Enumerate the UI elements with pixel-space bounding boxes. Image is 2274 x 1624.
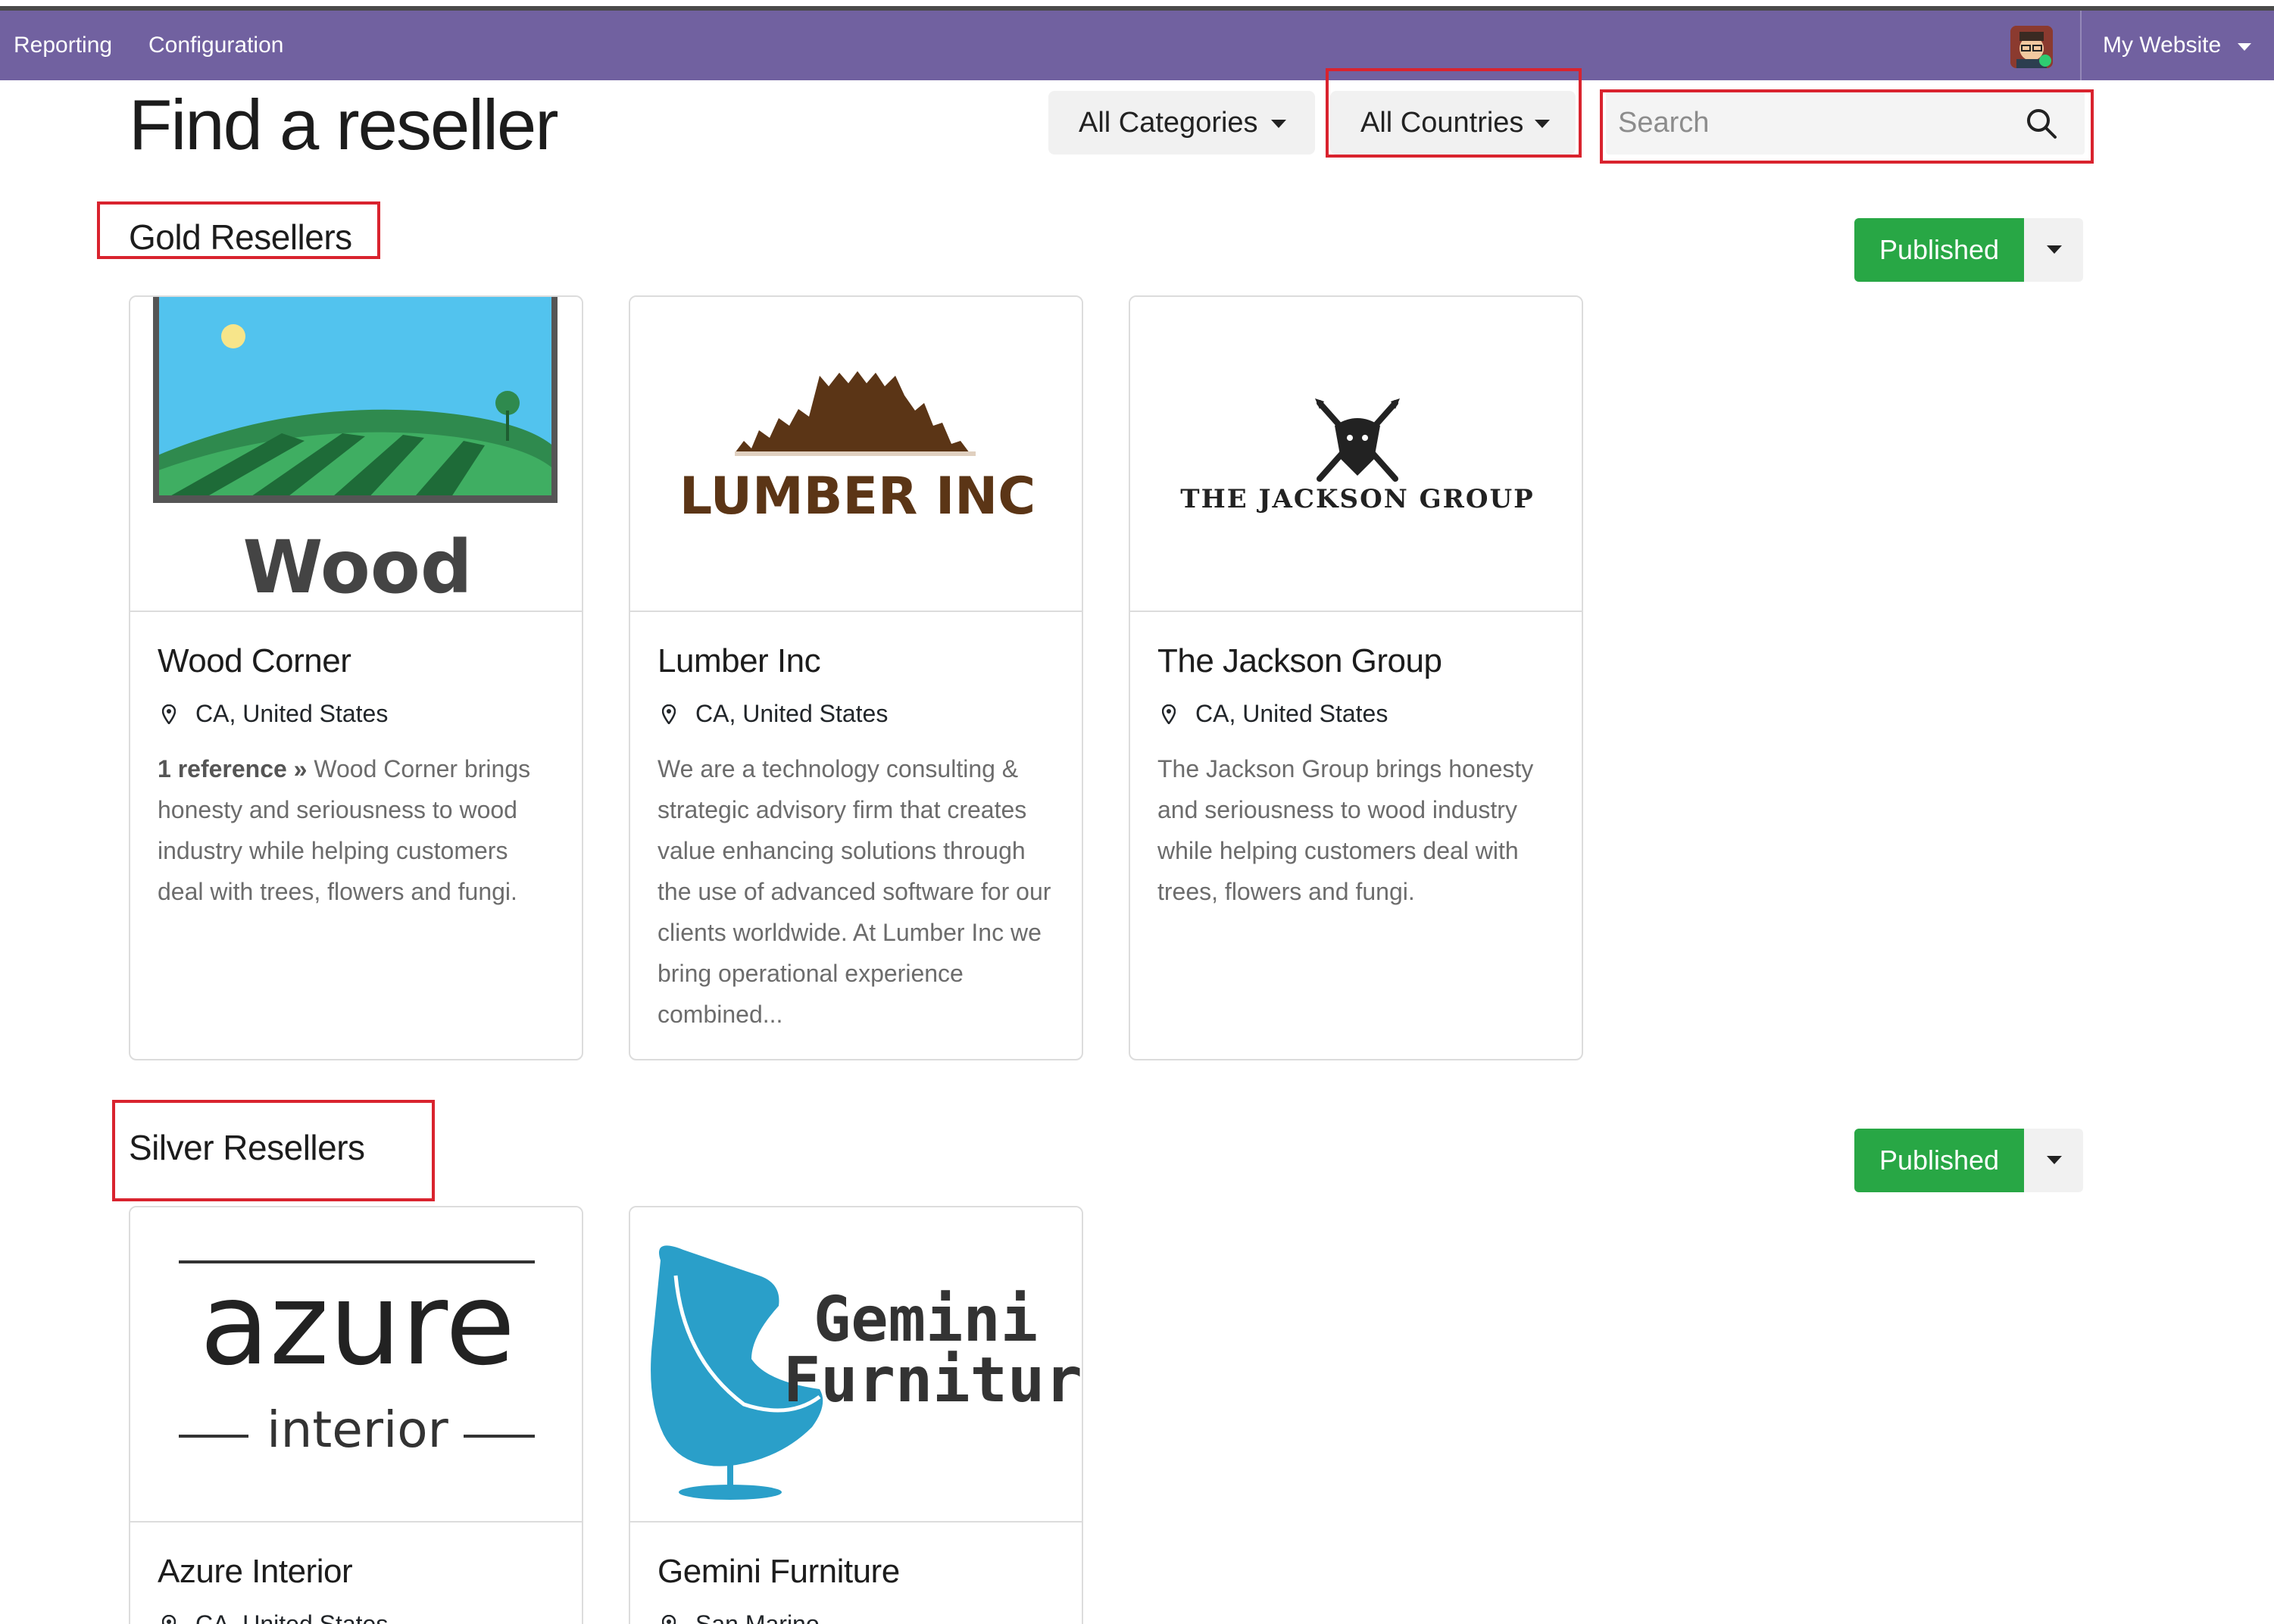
map-marker-icon bbox=[162, 1615, 176, 1624]
logo-text: Wood bbox=[242, 525, 472, 610]
logo-text: azure bbox=[200, 1259, 515, 1391]
published-dropdown-toggle[interactable] bbox=[2024, 218, 2083, 282]
reseller-card[interactable]: azure interior Azure Interior CA, United… bbox=[129, 1206, 583, 1624]
reseller-description: We are a technology consulting & strateg… bbox=[658, 755, 1051, 1028]
reseller-logo: azure interior bbox=[130, 1207, 582, 1522]
section-title-silver: Silver Resellers bbox=[129, 1128, 365, 1167]
caret-down-icon bbox=[2047, 1156, 2062, 1164]
search-input[interactable] bbox=[1606, 91, 2030, 155]
reseller-location: CA, United States bbox=[195, 1610, 389, 1624]
reseller-logo: THE JACKSON GROUP bbox=[1130, 297, 1582, 612]
reseller-name[interactable]: Lumber Inc bbox=[658, 642, 821, 680]
reseller-card[interactable]: LUMBER INC Lumber Inc CA, United States … bbox=[629, 295, 1083, 1060]
reseller-card[interactable]: THE JACKSON GROUP The Jackson Group CA, … bbox=[1129, 295, 1583, 1060]
jackson-group-logo: THE JACKSON GROUP bbox=[1180, 398, 1534, 514]
nav-item-configuration[interactable]: Configuration bbox=[148, 11, 283, 80]
navbar-separator bbox=[2080, 11, 2082, 80]
caret-down-icon bbox=[2238, 43, 2251, 51]
reseller-name[interactable]: Wood Corner bbox=[158, 642, 351, 680]
search-box bbox=[1606, 91, 2085, 155]
caret-down-icon bbox=[2047, 245, 2062, 254]
logo-subtext: interior bbox=[267, 1401, 449, 1459]
logo-text: LUMBER INC bbox=[679, 467, 1035, 526]
published-button[interactable]: Published bbox=[1854, 1129, 2024, 1192]
categories-dropdown-label: All Categories bbox=[1079, 107, 1258, 139]
wood-corner-logo: Wood bbox=[153, 297, 558, 610]
reseller-location: San Marino bbox=[695, 1610, 820, 1624]
reseller-name[interactable]: Gemini Furniture bbox=[658, 1553, 900, 1591]
caret-down-icon bbox=[1535, 120, 1550, 128]
reseller-name[interactable]: The Jackson Group bbox=[1157, 642, 1442, 680]
reseller-logo: LUMBER INC bbox=[630, 297, 1082, 612]
section-title-gold: Gold Resellers bbox=[129, 217, 352, 257]
avatar-icon bbox=[2010, 26, 2053, 68]
reseller-description: 1 reference » Wood Corner brings honesty… bbox=[158, 748, 559, 912]
page: Reporting Configuration My Website Find … bbox=[0, 0, 2274, 1624]
published-button[interactable]: Published bbox=[1854, 218, 2024, 282]
logo-subtext: Furniture bbox=[783, 1344, 1082, 1416]
map-marker-icon bbox=[1162, 704, 1176, 724]
avatar[interactable] bbox=[2010, 26, 2053, 68]
reseller-name[interactable]: Azure Interior bbox=[158, 1553, 353, 1591]
reseller-location: CA, United States bbox=[695, 700, 889, 727]
map-marker-icon bbox=[662, 1615, 676, 1624]
nav-item-reporting[interactable]: Reporting bbox=[14, 11, 112, 80]
map-marker-icon bbox=[662, 704, 676, 724]
countries-dropdown-label: All Countries bbox=[1360, 107, 1524, 139]
map-marker-icon bbox=[162, 704, 176, 724]
search-icon[interactable] bbox=[2024, 106, 2059, 141]
reseller-logo: Gemini Furniture bbox=[630, 1207, 1082, 1522]
reseller-logo: Wood bbox=[130, 297, 582, 612]
reseller-card[interactable]: Wood Wood Corner CA, United States 1 ref… bbox=[129, 295, 583, 1060]
azure-interior-logo: azure interior bbox=[179, 1259, 535, 1459]
gemini-furniture-logo: Gemini Furniture bbox=[651, 1245, 1082, 1500]
lumber-inc-logo: LUMBER INC bbox=[679, 371, 1035, 526]
countries-dropdown[interactable]: All Countries bbox=[1330, 91, 1576, 155]
logo-text: THE JACKSON GROUP bbox=[1180, 484, 1534, 514]
reseller-location: CA, United States bbox=[1195, 700, 1388, 727]
categories-dropdown[interactable]: All Categories bbox=[1048, 91, 1315, 155]
reseller-card[interactable]: Gemini Furniture Gemini Furniture San Ma… bbox=[629, 1206, 1083, 1624]
page-title: Find a reseller bbox=[129, 85, 559, 164]
reseller-location: CA, United States bbox=[195, 700, 389, 727]
reference-link[interactable]: 1 reference » bbox=[158, 755, 307, 782]
published-dropdown-toggle[interactable] bbox=[2024, 1129, 2083, 1192]
caret-down-icon bbox=[1271, 120, 1286, 128]
website-switcher[interactable]: My Website bbox=[2103, 11, 2221, 80]
reseller-description: The Jackson Group brings honesty and ser… bbox=[1157, 755, 1534, 905]
top-navbar: Reporting Configuration My Website bbox=[0, 11, 2274, 80]
